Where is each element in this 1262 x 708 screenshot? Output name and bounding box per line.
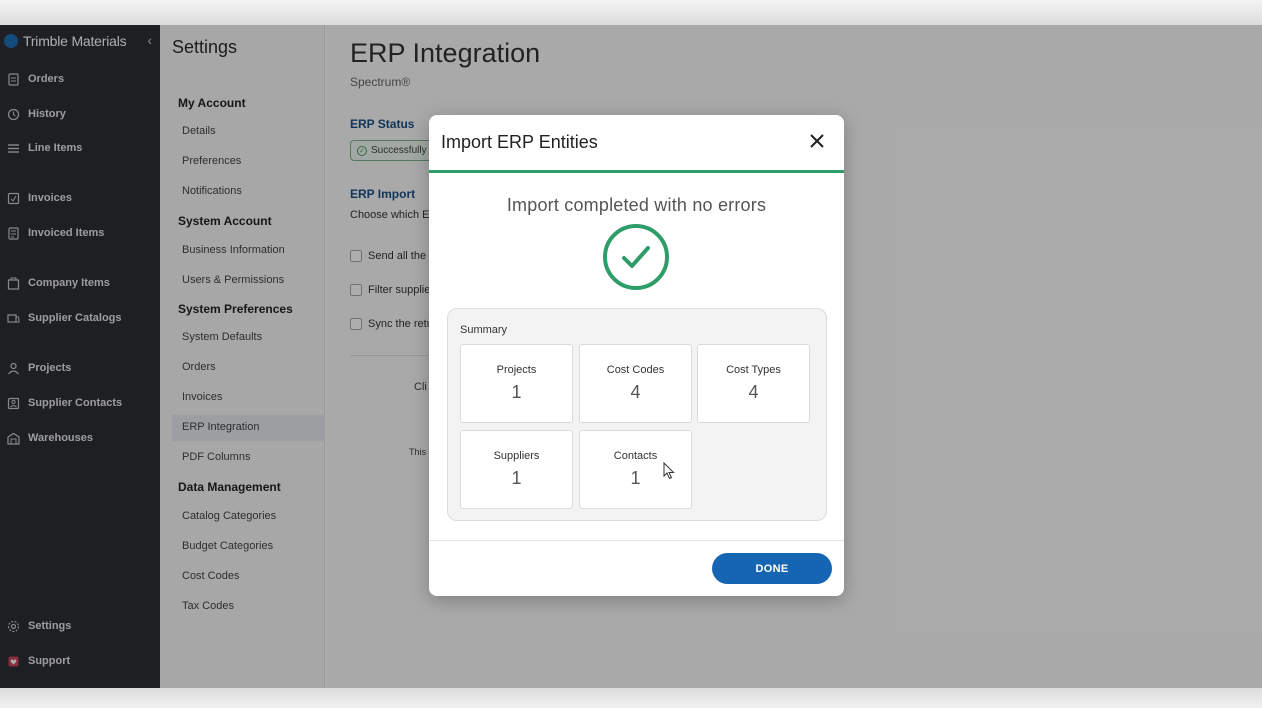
- summary-panel: Summary Projects 1 Cost Codes 4 Cost Typ…: [447, 308, 827, 521]
- card-value: 4: [630, 382, 641, 402]
- mouse-cursor-icon: [663, 462, 675, 480]
- card-value: 1: [511, 468, 522, 488]
- import-erp-entities-dialog: Import ERP Entities Import completed wit…: [429, 115, 844, 596]
- video-frame-bottom: [0, 688, 1262, 708]
- result-message: Import completed with no errors: [506, 195, 767, 215]
- card-label: Contacts: [613, 450, 658, 462]
- success-check-icon: [603, 224, 669, 290]
- summary-card-contacts: Contacts 1: [579, 430, 692, 509]
- summary-card-cost-types: Cost Types 4: [697, 344, 810, 423]
- summary-card-cost-codes: Cost Codes 4: [579, 344, 692, 423]
- video-frame-top: [0, 0, 1262, 25]
- dialog-footer-divider: [429, 540, 844, 541]
- card-label: Projects: [496, 364, 537, 376]
- dialog-title: Import ERP Entities: [441, 132, 598, 152]
- card-value: 1: [511, 382, 522, 402]
- card-value: 4: [748, 382, 759, 402]
- done-button[interactable]: DONE: [712, 553, 832, 584]
- summary-card-suppliers: Suppliers 1: [460, 430, 573, 509]
- card-label: Suppliers: [493, 450, 540, 462]
- summary-label: Summary: [460, 324, 508, 336]
- card-label: Cost Types: [726, 364, 781, 376]
- close-icon[interactable]: [808, 132, 826, 150]
- success-progress-bar: [429, 170, 844, 173]
- card-label: Cost Codes: [606, 364, 665, 376]
- summary-card-projects: Projects 1: [460, 344, 573, 423]
